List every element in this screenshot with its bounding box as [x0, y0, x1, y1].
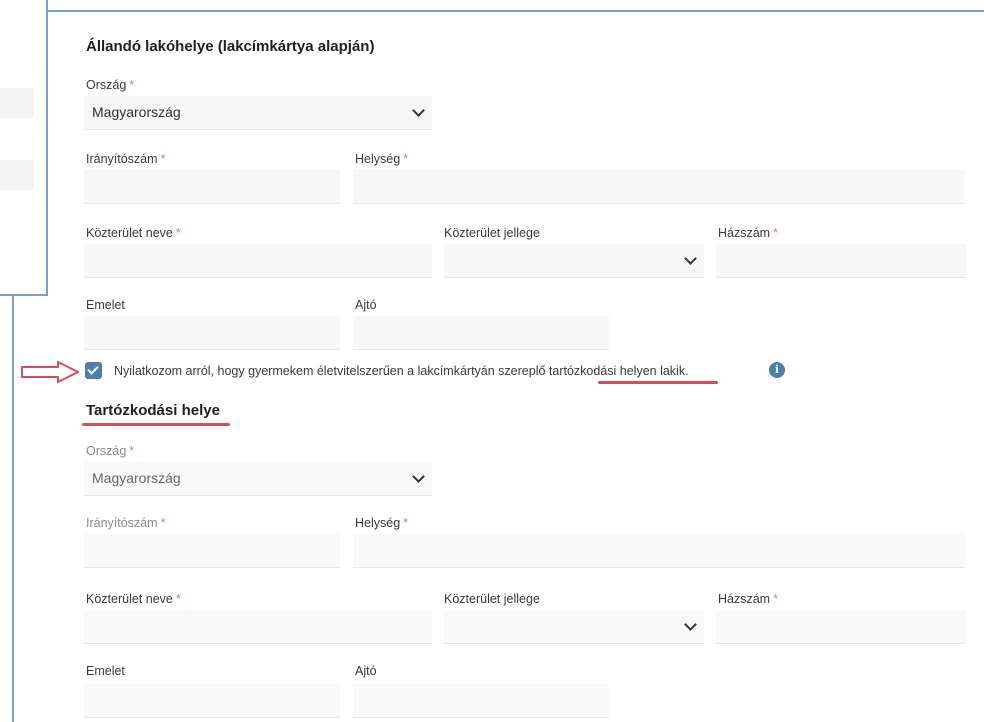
frame-outer-left-line — [12, 296, 14, 722]
info-icon[interactable]: i — [769, 362, 785, 378]
residence-country-value: Magyarország — [92, 470, 181, 486]
city-label: Helység * — [355, 152, 409, 166]
residence-zip-field[interactable] — [84, 534, 340, 568]
annotation-arrow-icon — [21, 361, 79, 383]
street-type-select[interactable] — [444, 244, 704, 278]
residence-title: Tartózkodási helye — [86, 402, 220, 419]
chevron-down-icon — [412, 470, 425, 483]
highlight-underline — [598, 381, 718, 384]
chevron-down-icon — [412, 104, 425, 117]
declaration-checkbox[interactable] — [85, 362, 102, 379]
city-field[interactable] — [353, 170, 965, 204]
floor-field[interactable] — [84, 316, 340, 350]
chevron-down-icon — [684, 252, 697, 265]
permanent-address-title: Állandó lakóhelye (lakcímkártya alapján) — [86, 38, 375, 55]
residence-floor-label: Emelet — [86, 664, 125, 678]
street-type-label: Közterület jellege — [444, 226, 540, 240]
residence-street-field[interactable] — [84, 610, 432, 644]
house-number-field[interactable] — [716, 244, 966, 278]
chevron-down-icon — [684, 618, 697, 631]
residence-country-label: Ország * — [86, 444, 135, 458]
residence-floor-field[interactable] — [84, 684, 340, 718]
residence-street-type-label: Közterület jellege — [444, 592, 540, 606]
residence-country-select[interactable]: Magyarország — [84, 462, 432, 496]
floor-label: Emelet — [86, 298, 125, 312]
residence-street-type-select[interactable] — [444, 610, 704, 644]
background-field-stub — [0, 88, 34, 118]
zip-label: Irányítószám * — [86, 152, 166, 166]
residence-door-field[interactable] — [353, 684, 609, 718]
residence-house-number-field[interactable] — [716, 610, 966, 644]
residence-city-label: Helység * — [355, 516, 409, 530]
street-label: Közterület neve * — [86, 226, 181, 240]
declaration-highlight: tartózkodási helyen — [548, 364, 657, 378]
door-label: Ajtó — [355, 298, 377, 312]
declaration-text: Nyilatkozom arról, hogy gyermekem életvi… — [114, 364, 689, 378]
residence-city-field[interactable] — [353, 534, 965, 568]
door-field[interactable] — [353, 316, 609, 350]
residence-title-underline — [82, 423, 230, 426]
residence-house-number-label: Házszám * — [718, 592, 778, 606]
frame-top-line — [46, 10, 984, 12]
background-field-stub — [0, 160, 34, 190]
country-select[interactable]: Magyarország — [84, 96, 432, 130]
house-number-label: Házszám * — [718, 226, 778, 240]
frame-bottom-left-line — [0, 294, 48, 296]
zip-field[interactable] — [84, 170, 340, 204]
street-field[interactable] — [84, 244, 432, 278]
residence-zip-label: Irányítószám * — [86, 516, 166, 530]
residence-street-label: Közterület neve * — [86, 592, 181, 606]
frame-left-line — [46, 0, 48, 296]
country-value: Magyarország — [92, 104, 181, 120]
residence-door-label: Ajtó — [355, 664, 377, 678]
country-label: Ország * — [86, 78, 135, 92]
